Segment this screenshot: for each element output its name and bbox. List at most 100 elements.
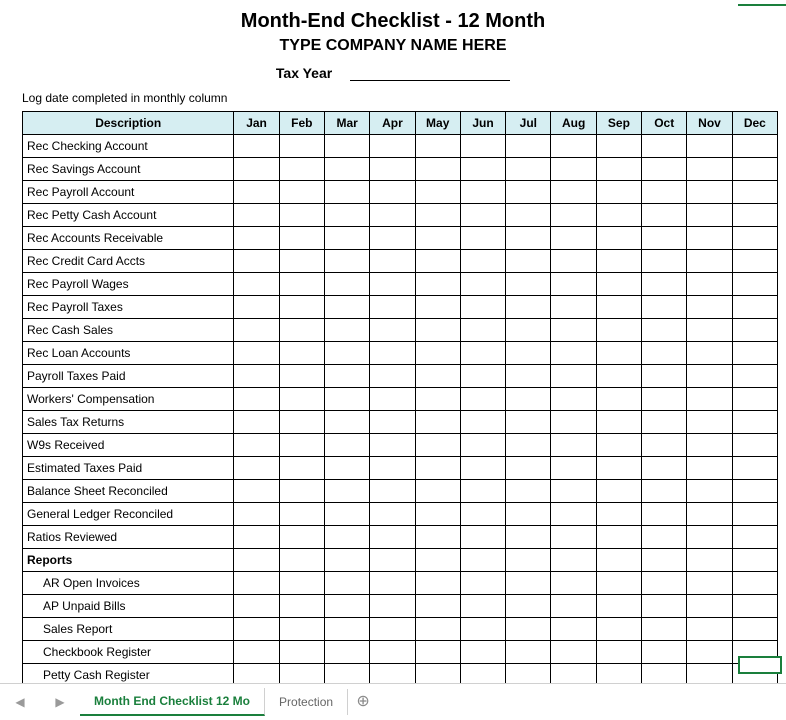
row-description[interactable]: Balance Sheet Reconciled (23, 480, 234, 503)
month-cell[interactable] (642, 480, 687, 503)
month-cell[interactable] (596, 158, 641, 181)
month-cell[interactable] (460, 434, 505, 457)
month-cell[interactable] (642, 158, 687, 181)
month-cell[interactable] (642, 273, 687, 296)
month-cell[interactable] (460, 595, 505, 618)
month-cell[interactable] (687, 434, 732, 457)
month-cell[interactable] (642, 411, 687, 434)
month-cell[interactable] (506, 342, 551, 365)
month-cell[interactable] (370, 618, 415, 641)
month-cell[interactable] (279, 549, 324, 572)
month-cell[interactable] (642, 227, 687, 250)
sheet-tab-active[interactable]: Month End Checklist 12 Mo (80, 688, 265, 716)
month-cell[interactable] (687, 365, 732, 388)
month-cell[interactable] (324, 388, 369, 411)
month-cell[interactable] (642, 296, 687, 319)
month-cell[interactable] (460, 250, 505, 273)
month-cell[interactable] (234, 273, 279, 296)
month-cell[interactable] (732, 388, 777, 411)
month-cell[interactable] (506, 296, 551, 319)
month-cell[interactable] (551, 319, 596, 342)
month-cell[interactable] (324, 250, 369, 273)
month-cell[interactable] (642, 319, 687, 342)
month-cell[interactable] (279, 250, 324, 273)
month-cell[interactable] (415, 457, 460, 480)
month-cell[interactable] (415, 250, 460, 273)
month-cell[interactable] (279, 434, 324, 457)
month-cell[interactable] (506, 135, 551, 158)
month-cell[interactable] (687, 480, 732, 503)
month-cell[interactable] (370, 296, 415, 319)
month-cell[interactable] (551, 227, 596, 250)
month-cell[interactable] (687, 181, 732, 204)
month-cell[interactable] (370, 250, 415, 273)
month-cell[interactable] (506, 503, 551, 526)
month-cell[interactable] (324, 158, 369, 181)
month-cell[interactable] (642, 434, 687, 457)
month-cell[interactable] (460, 526, 505, 549)
month-cell[interactable] (551, 273, 596, 296)
month-cell[interactable] (732, 181, 777, 204)
month-cell[interactable] (687, 549, 732, 572)
month-cell[interactable] (596, 273, 641, 296)
month-cell[interactable] (551, 411, 596, 434)
month-cell[interactable] (324, 572, 369, 595)
month-cell[interactable] (324, 434, 369, 457)
month-cell[interactable] (506, 273, 551, 296)
month-cell[interactable] (460, 342, 505, 365)
month-cell[interactable] (370, 365, 415, 388)
month-cell[interactable] (415, 480, 460, 503)
month-cell[interactable] (324, 365, 369, 388)
month-cell[interactable] (460, 227, 505, 250)
month-cell[interactable] (324, 181, 369, 204)
month-cell[interactable] (551, 480, 596, 503)
month-cell[interactable] (732, 273, 777, 296)
month-cell[interactable] (596, 480, 641, 503)
col-mar[interactable]: Mar (324, 112, 369, 135)
month-cell[interactable] (324, 526, 369, 549)
month-cell[interactable] (551, 365, 596, 388)
row-description[interactable]: Sales Report (23, 618, 234, 641)
month-cell[interactable] (370, 480, 415, 503)
col-nov[interactable]: Nov (687, 112, 732, 135)
month-cell[interactable] (370, 388, 415, 411)
month-cell[interactable] (551, 457, 596, 480)
month-cell[interactable] (596, 135, 641, 158)
month-cell[interactable] (279, 503, 324, 526)
month-cell[interactable] (460, 457, 505, 480)
month-cell[interactable] (370, 549, 415, 572)
month-cell[interactable] (415, 135, 460, 158)
month-cell[interactable] (324, 227, 369, 250)
month-cell[interactable] (732, 158, 777, 181)
month-cell[interactable] (732, 250, 777, 273)
month-cell[interactable] (551, 158, 596, 181)
month-cell[interactable] (234, 572, 279, 595)
month-cell[interactable] (506, 572, 551, 595)
month-cell[interactable] (234, 296, 279, 319)
month-cell[interactable] (460, 503, 505, 526)
month-cell[interactable] (279, 388, 324, 411)
month-cell[interactable] (596, 618, 641, 641)
col-jun[interactable]: Jun (460, 112, 505, 135)
month-cell[interactable] (460, 204, 505, 227)
month-cell[interactable] (415, 434, 460, 457)
month-cell[interactable] (596, 457, 641, 480)
month-cell[interactable] (234, 342, 279, 365)
month-cell[interactable] (732, 572, 777, 595)
month-cell[interactable] (415, 158, 460, 181)
month-cell[interactable] (370, 457, 415, 480)
month-cell[interactable] (732, 526, 777, 549)
month-cell[interactable] (234, 388, 279, 411)
month-cell[interactable] (642, 595, 687, 618)
month-cell[interactable] (279, 319, 324, 342)
row-description[interactable]: AR Open Invoices (23, 572, 234, 595)
tax-year-input-line[interactable] (350, 66, 510, 81)
month-cell[interactable] (279, 158, 324, 181)
month-cell[interactable] (324, 319, 369, 342)
month-cell[interactable] (551, 434, 596, 457)
month-cell[interactable] (732, 227, 777, 250)
month-cell[interactable] (687, 503, 732, 526)
col-sep[interactable]: Sep (596, 112, 641, 135)
month-cell[interactable] (370, 135, 415, 158)
row-description[interactable]: Rec Checking Account (23, 135, 234, 158)
